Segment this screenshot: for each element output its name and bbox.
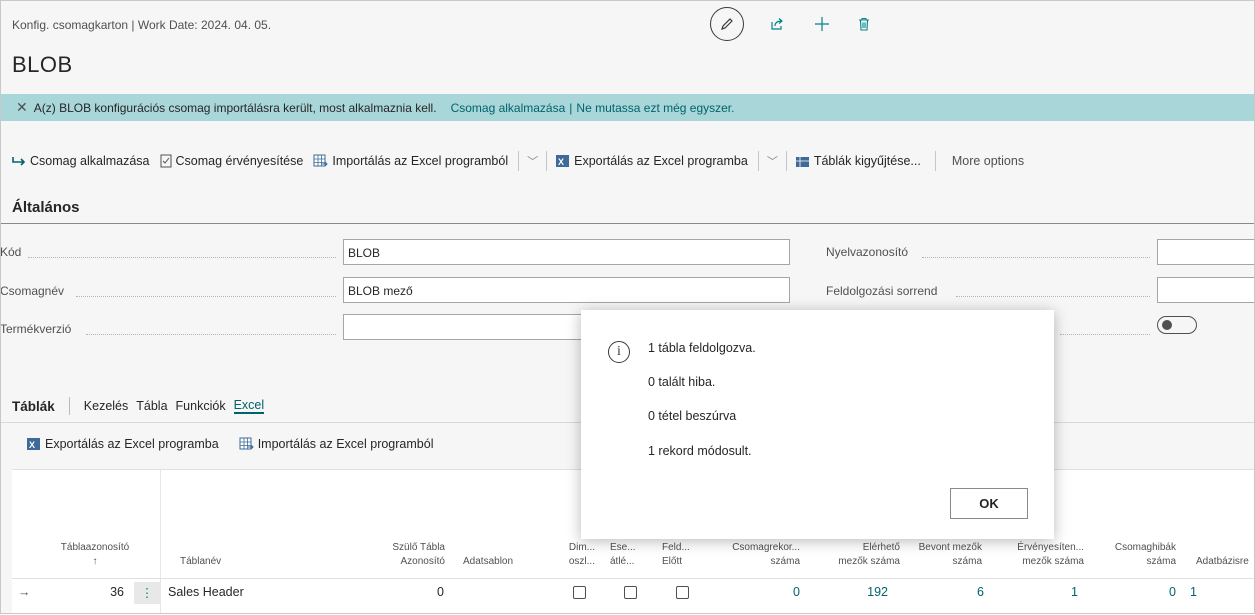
ok-button[interactable]: OK <box>950 488 1028 519</box>
dialog-line-tables-processed: 1 tábla feldolgozva. <box>648 341 756 355</box>
dialog-line-inserted: 0 tétel beszúrva <box>648 409 737 423</box>
info-icon: i <box>608 341 630 363</box>
message-dialog: i 1 tábla feldolgozva. 0 talált hiba. 0 … <box>581 310 1054 539</box>
dialog-line-errors-found: 0 talált hiba. <box>648 375 716 389</box>
dialog-line-modified: 1 rekord módosult. <box>648 444 752 458</box>
